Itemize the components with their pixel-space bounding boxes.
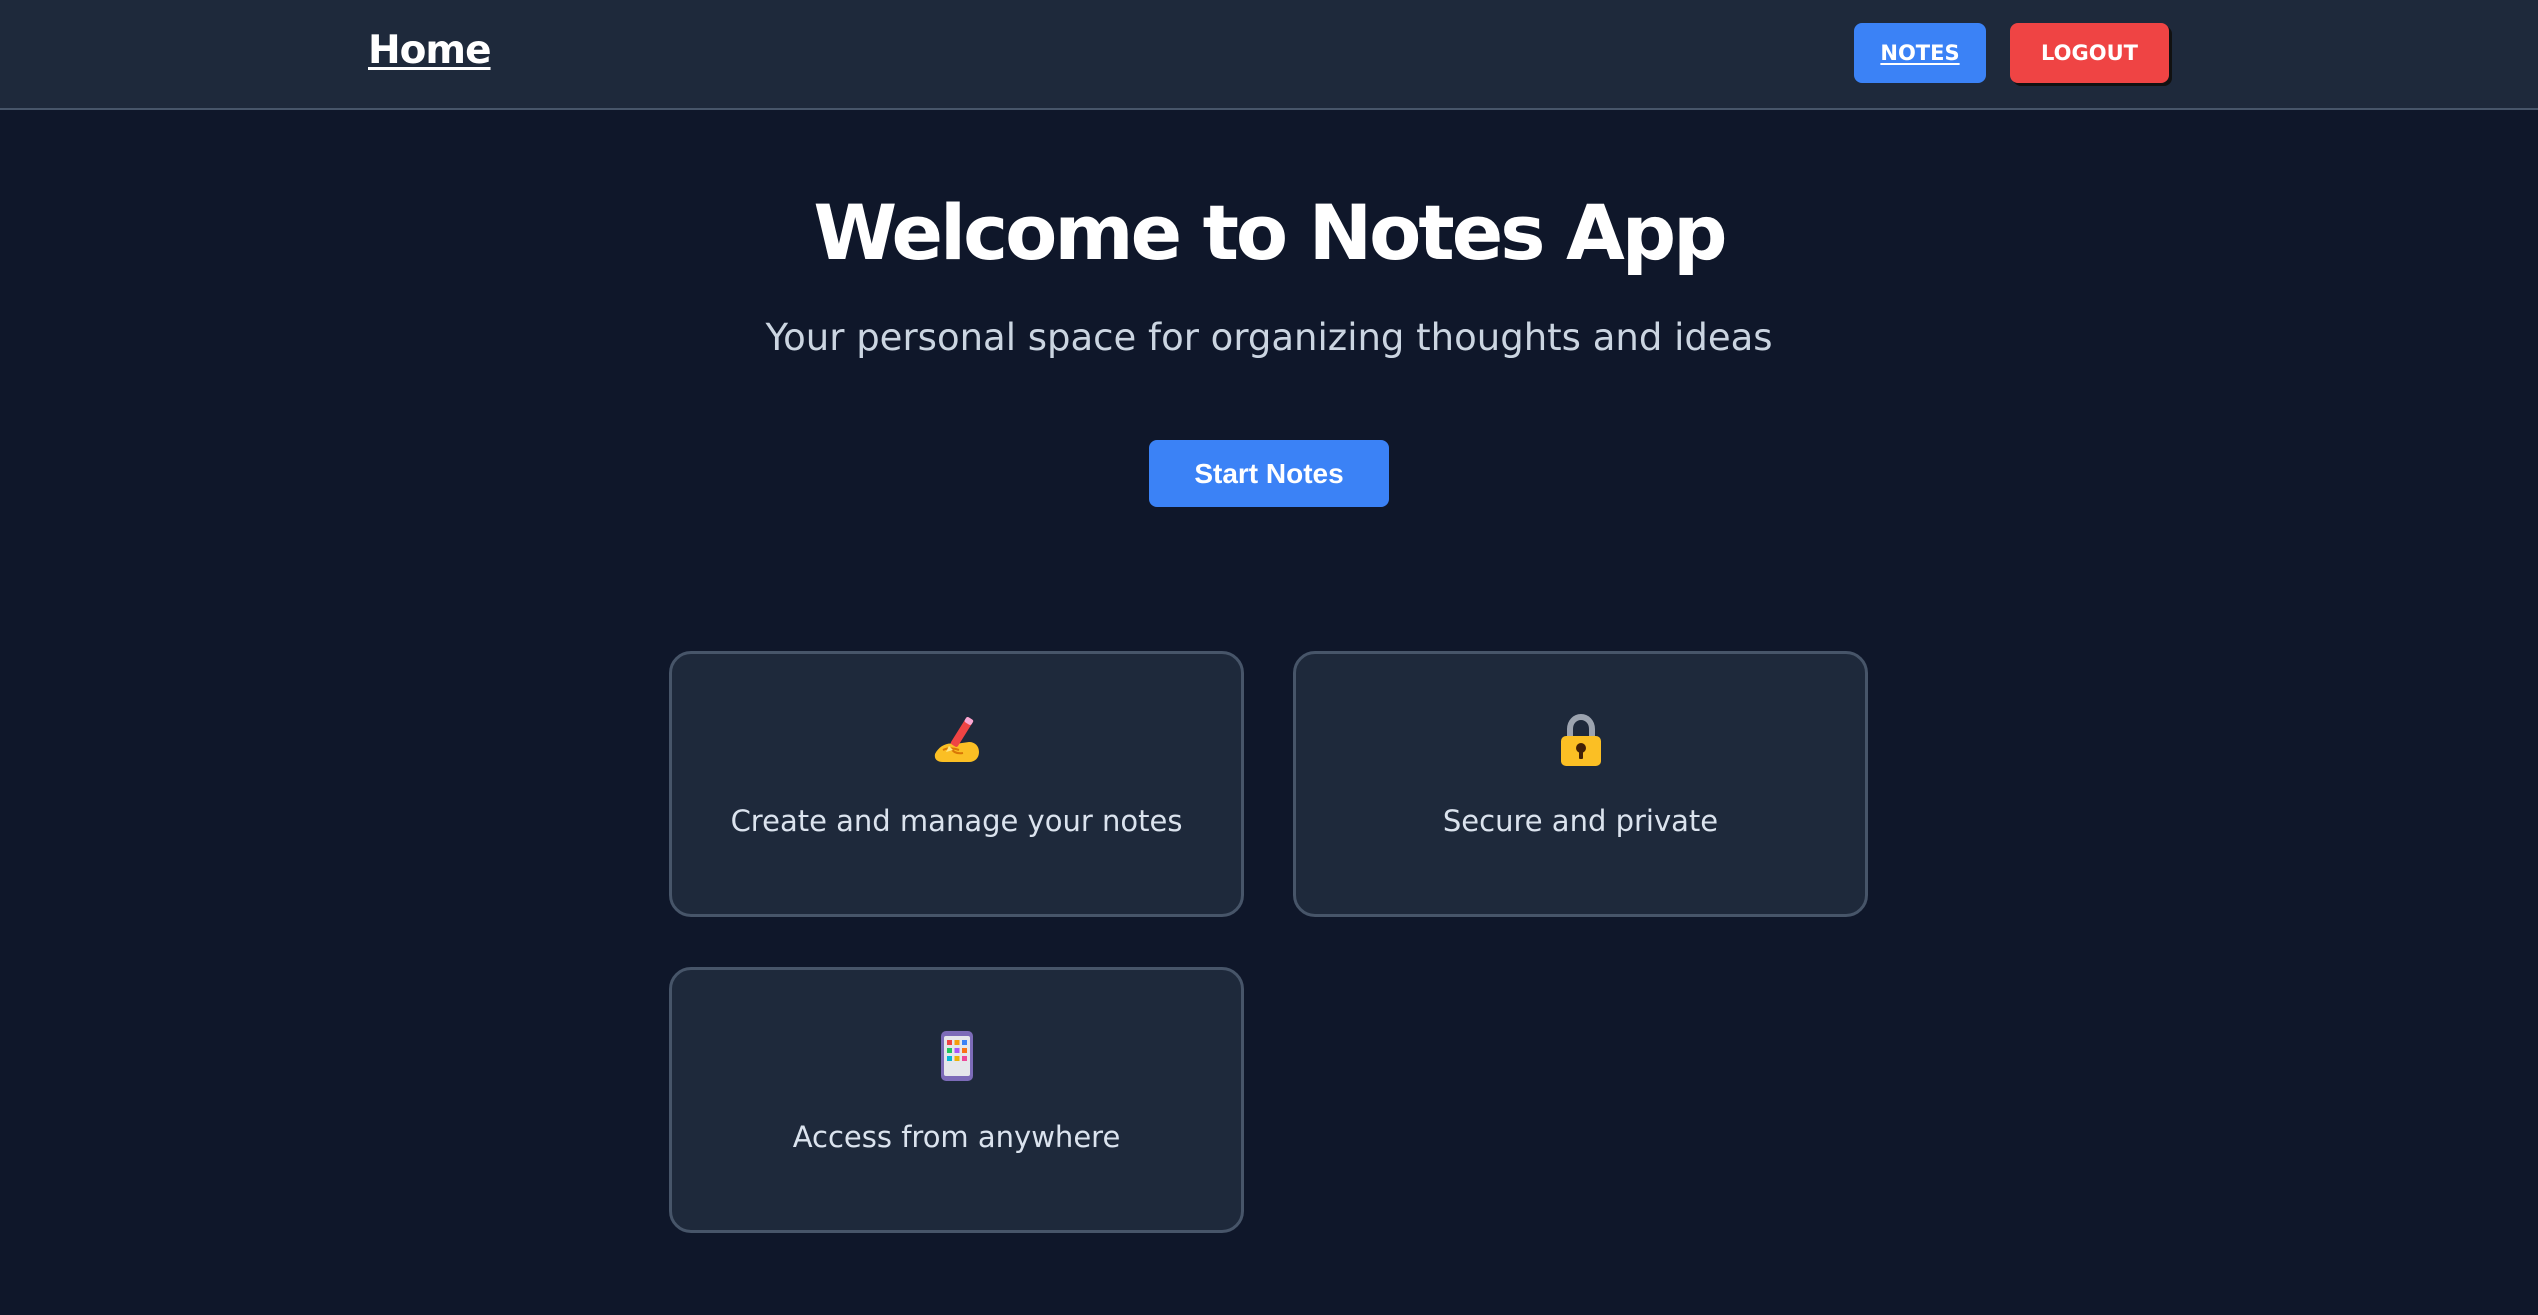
start-notes-button[interactable]: Start Notes — [1149, 440, 1389, 507]
feature-text: Create and manage your notes — [730, 804, 1183, 838]
logout-button[interactable]: LOGOUT — [2010, 23, 2169, 83]
page-title: Welcome to Notes App — [813, 188, 1727, 277]
page-subtitle: Your personal space for organizing thoug… — [765, 316, 1773, 359]
feature-text: Access from anywhere — [792, 1120, 1121, 1154]
notes-nav-button[interactable]: NOTES — [1854, 23, 1986, 83]
writing-hand-icon — [672, 712, 1241, 768]
feature-card-create: Create and manage your notes — [669, 651, 1244, 917]
mobile-phone-icon — [672, 1028, 1241, 1084]
lock-icon — [1296, 712, 1865, 768]
feature-card-access: Access from anywhere — [669, 967, 1244, 1233]
navbar: Home NOTES LOGOUT — [0, 0, 2538, 110]
feature-card-secure: Secure and private — [1293, 651, 1868, 917]
feature-text: Secure and private — [1442, 804, 1719, 838]
home-link[interactable]: Home — [368, 28, 492, 73]
